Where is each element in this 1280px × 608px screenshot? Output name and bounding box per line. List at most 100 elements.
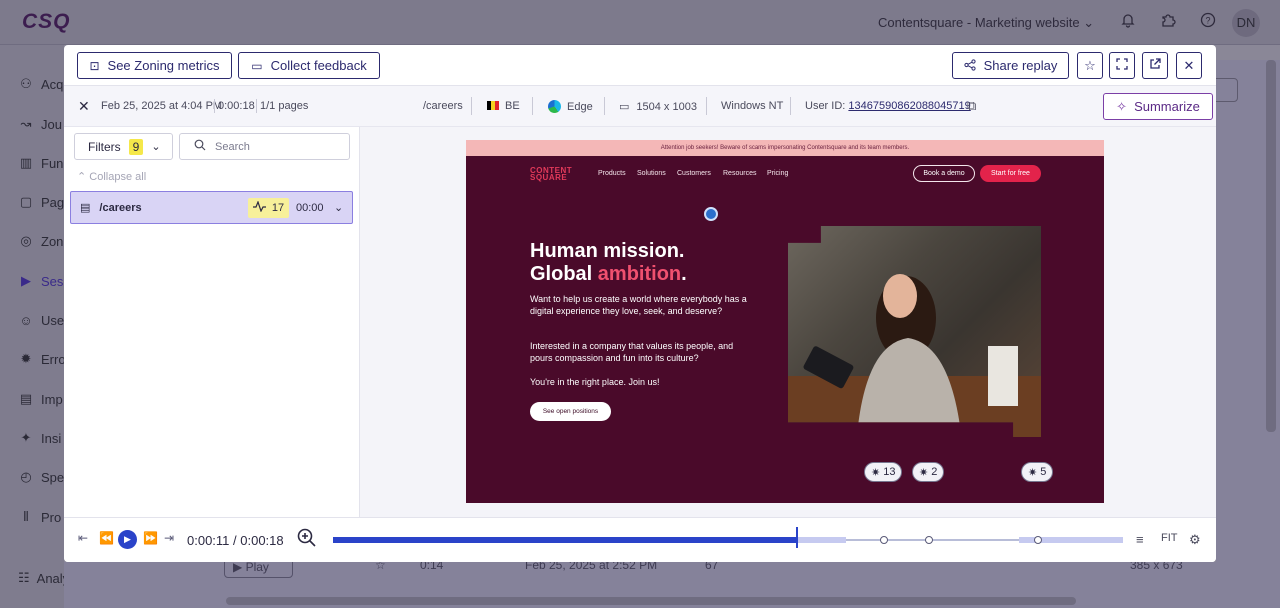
sidebar-item-product[interactable]: ⫴ Pro <box>18 507 64 527</box>
playback-timeline[interactable] <box>333 527 1123 548</box>
sidebar-item-label: Acq <box>41 76 64 92</box>
bug-events-badge[interactable]: ✷ 13 <box>864 462 903 482</box>
events-count: 17 <box>271 202 285 214</box>
site-nav-item[interactable]: Products <box>598 170 626 177</box>
sidebar-item-acquisition[interactable]: ⚇ Acq <box>18 74 64 94</box>
timeline-playhead[interactable] <box>796 527 798 548</box>
start-free-button[interactable]: Start for free <box>980 165 1041 182</box>
sidebar-item-users[interactable]: ☺ Use <box>18 310 64 330</box>
user-id-link[interactable]: 13467590862088045719 <box>848 100 970 112</box>
sidebar-item-journey[interactable]: ↝ Jou <box>18 114 64 134</box>
list-icon[interactable]: ≡ <box>1136 532 1144 547</box>
heading-accent: ambition <box>597 263 682 285</box>
sidebar-item-label: Jou <box>41 116 62 132</box>
chevron-down-icon: ⌄ <box>1083 15 1095 30</box>
site-nav-item[interactable]: Resources <box>723 170 756 177</box>
app-logo[interactable]: CSQ <box>22 10 71 34</box>
filters-button[interactable]: Filters 9 ⌄ <box>74 133 173 160</box>
share-icon <box>964 58 976 73</box>
copy-icon[interactable]: ⧉ <box>967 98 976 114</box>
collapse-all-link[interactable]: ⌃ Collapse all <box>77 170 146 183</box>
sidebar-item-zoning[interactable]: ◎ Zon <box>18 231 64 251</box>
see-zoning-metrics-button[interactable]: ⊡ See Zoning metrics <box>77 52 232 79</box>
bug-events-badge[interactable]: ✷ 5 <box>1021 462 1054 482</box>
play-label: Play <box>245 560 269 574</box>
session-os: Windows NT <box>721 100 784 112</box>
vertical-scrollbar[interactable] <box>1266 60 1276 432</box>
session-datetime: Feb 25, 2025 at 4:04 PM <box>101 100 223 112</box>
play-button[interactable]: ▶ <box>118 530 137 549</box>
collect-feedback-button[interactable]: ▭ Collect feedback <box>238 52 380 79</box>
bell-icon[interactable] <box>1118 12 1138 32</box>
country-code: BE <box>505 100 520 112</box>
sidebar-item-insights[interactable]: ✦ Insi <box>18 428 64 448</box>
open-new-tab-button[interactable] <box>1142 52 1168 79</box>
sidebar-item-errors[interactable]: ✹ Erro <box>18 349 64 369</box>
site-heading: Human mission. Global ambition. <box>530 240 687 286</box>
fit-button[interactable]: FIT <box>1161 532 1178 544</box>
error-icon: ✹ <box>20 351 32 366</box>
site-logo[interactable]: CONTENT SQUARE <box>530 167 572 182</box>
cursor-marker <box>704 207 718 221</box>
zoom-in-icon[interactable] <box>297 528 316 553</box>
journey-icon: ↝ <box>20 116 32 131</box>
site-paragraph: You're in the right place. Join us! <box>530 377 660 387</box>
avatar[interactable]: DN <box>1232 9 1260 37</box>
sidebar-item-label: Fun <box>41 155 64 171</box>
help-icon[interactable]: ? <box>1198 12 1218 32</box>
timeline-event-marker[interactable] <box>1034 536 1042 544</box>
sidebar: ⚇ Acq ↝ Jou ▥ Fun ▢ Pag ◎ Zon ▶ Ses ☺ Use ✹ Erro… <box>0 45 64 608</box>
sidebar-item-impact[interactable]: ▤ Imp <box>18 389 64 409</box>
sidebar-item-label: Insi <box>41 430 62 446</box>
puzzle-icon[interactable] <box>1158 12 1178 32</box>
timeline-event-marker[interactable] <box>925 536 933 544</box>
monitor-icon: ▭ <box>619 101 630 113</box>
sidebar-item-label: Spe <box>41 469 64 485</box>
session-path: /careers <box>423 100 463 112</box>
hero-photo <box>788 226 1041 437</box>
close-modal-button[interactable]: ✕ <box>1176 52 1202 79</box>
close-icon[interactable]: ✕ <box>78 98 90 115</box>
skip-start-icon[interactable]: ⇤ <box>78 531 88 545</box>
site-nav-item[interactable]: Solutions <box>637 170 666 177</box>
svg-text:?: ? <box>1205 16 1210 26</box>
site-nav-item[interactable]: Pricing <box>767 170 788 177</box>
heading-dot: . <box>681 263 687 285</box>
edge-browser-icon <box>548 100 561 113</box>
divider <box>706 97 707 115</box>
skip-end-icon[interactable]: ⇥ <box>164 531 174 545</box>
users-icon: ☺ <box>19 312 33 328</box>
heading-line: Human mission. <box>530 240 685 262</box>
zoning-icon: ◎ <box>20 233 32 248</box>
session-replay-modal: ⊡ See Zoning metrics ▭ Collect feedback … <box>64 45 1216 562</box>
horizontal-scrollbar[interactable] <box>226 597 1076 605</box>
settings-icon[interactable]: ⚙ <box>1189 532 1201 548</box>
search-placeholder: Search <box>215 140 250 153</box>
rewind-icon[interactable]: ⏪ <box>99 531 114 545</box>
sidebar-item-sessions[interactable]: ▶ Ses <box>18 271 64 291</box>
replayed-website: Attention job seekers! Beware of scams i… <box>466 140 1104 503</box>
sidebar-item-funnel[interactable]: ▥ Fun <box>18 153 64 173</box>
share-replay-button[interactable]: Share replay <box>952 52 1069 79</box>
search-icon <box>194 139 206 154</box>
user-plus-icon: ⚇ <box>20 76 32 91</box>
workspace-selector[interactable]: Contentsquare - Marketing website ⌄ <box>878 15 1094 31</box>
fullscreen-button[interactable] <box>1109 52 1135 79</box>
button-label: Collect feedback <box>270 58 367 73</box>
fast-forward-icon[interactable]: ⏩ <box>143 531 158 545</box>
chevron-down-icon[interactable]: ⌄ <box>334 201 343 214</box>
open-positions-button[interactable]: See open positions <box>530 402 611 421</box>
play-icon: ▶ <box>124 534 131 544</box>
bug-events-badge[interactable]: ✷ 2 <box>912 462 945 482</box>
sidebar-item-speed[interactable]: ◴ Spe <box>18 467 64 487</box>
book-demo-button[interactable]: Book a demo <box>913 165 975 182</box>
favorite-button[interactable]: ☆ <box>1077 52 1103 79</box>
page-row[interactable]: ▤ /careers 17 00:00 ⌄ <box>70 191 353 224</box>
sidebar-item-pages[interactable]: ▢ Pag <box>18 192 64 212</box>
site-nav-item[interactable]: Customers <box>677 170 711 177</box>
sidebar-item-label: Erro <box>41 351 64 367</box>
summarize-button[interactable]: ✧ Summarize <box>1103 93 1213 120</box>
session-duration: 0:00:18 <box>218 100 255 112</box>
timeline-event-marker[interactable] <box>880 536 888 544</box>
search-input[interactable]: Search <box>179 133 350 160</box>
